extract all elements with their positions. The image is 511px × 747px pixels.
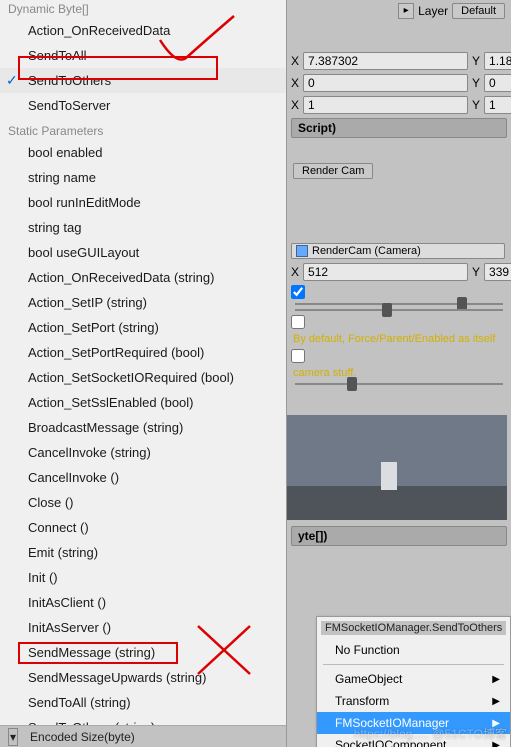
x-label: X: [291, 265, 299, 279]
warning-text: camera stuff.: [287, 365, 511, 381]
list-item-selected[interactable]: ✓ SendToOthers: [0, 68, 286, 93]
submenu-title: FMSocketIOManager.SendToOthers: [321, 621, 506, 635]
list-item[interactable]: Action_OnReceivedData: [0, 18, 286, 43]
x-label: X: [291, 98, 299, 112]
list-item[interactable]: BroadcastMessage (string): [0, 415, 286, 440]
checkbox[interactable]: [291, 285, 305, 299]
camera-object-field[interactable]: RenderCam (Camera): [291, 243, 505, 259]
static-header: Static Parameters: [0, 122, 286, 140]
list-item[interactable]: bool runInEditMode: [0, 190, 286, 215]
list-item[interactable]: SendToAll (string): [0, 690, 286, 715]
list-item[interactable]: Action_SetPort (string): [0, 315, 286, 340]
list-item[interactable]: Connect (): [0, 515, 286, 540]
list-item[interactable]: Action_SetPortRequired (bool): [0, 340, 286, 365]
list-item[interactable]: Emit (string): [0, 540, 286, 565]
annotation-x-icon: [194, 622, 254, 678]
chevron-right-icon: ▶: [492, 674, 500, 685]
list-item[interactable]: Init (): [0, 565, 286, 590]
layer-arrow-icon[interactable]: ▸: [398, 3, 414, 19]
list-item[interactable]: string tag: [0, 215, 286, 240]
pos-y-field[interactable]: [484, 52, 511, 70]
object-name: RenderCam (Camera): [312, 245, 421, 257]
x-label: X: [291, 76, 299, 90]
rot-y-field[interactable]: [484, 74, 511, 92]
cube: [381, 462, 397, 490]
watermark: https://blog..... @51CTO博客: [354, 725, 507, 742]
expand-icon[interactable]: ▾: [8, 728, 18, 746]
ground: [287, 486, 507, 520]
res-x-field[interactable]: [303, 263, 468, 281]
byte-header[interactable]: yte[]): [291, 526, 507, 546]
check-icon: ✓: [6, 71, 18, 90]
list-item[interactable]: CancelInvoke (): [0, 465, 286, 490]
checkbox[interactable]: [291, 315, 305, 329]
rot-x-field[interactable]: [303, 74, 468, 92]
script-header[interactable]: Script): [291, 118, 507, 138]
camera-preview: [287, 415, 507, 520]
scale-y-field[interactable]: [484, 96, 511, 114]
list-item[interactable]: bool useGUILayout: [0, 240, 286, 265]
list-item[interactable]: CancelInvoke (string): [0, 440, 286, 465]
list-item[interactable]: Action_SetSocketIORequired (bool): [0, 365, 286, 390]
list-item[interactable]: InitAsClient (): [0, 590, 286, 615]
list-item[interactable]: SendToServer: [0, 93, 286, 118]
list-item[interactable]: bool enabled: [0, 140, 286, 165]
list-item[interactable]: Action_OnReceivedData (string): [0, 265, 286, 290]
res-y-field[interactable]: [484, 263, 511, 281]
list-item[interactable]: SendToOthers (string): [0, 715, 286, 725]
list-item[interactable]: Action_SetSslEnabled (bool): [0, 390, 286, 415]
annotation-check-icon: [148, 10, 238, 70]
submenu-item[interactable]: No Function: [317, 639, 510, 661]
encoded-label: Encoded Size(byte): [30, 730, 135, 744]
layer-label: Layer: [418, 4, 448, 18]
function-list: Action_OnReceivedData SendToAll ✓ SendTo…: [0, 18, 286, 725]
render-cam-button[interactable]: Render Cam: [293, 163, 373, 179]
list-item[interactable]: Action_SetIP (string): [0, 290, 286, 315]
checkbox[interactable]: [291, 349, 305, 363]
scale-x-field[interactable]: [303, 96, 468, 114]
bottom-bar: ▾ Encoded Size(byte): [0, 725, 286, 747]
list-item[interactable]: SendToAll: [0, 43, 286, 68]
y-label: Y: [472, 265, 480, 279]
y-label: Y: [472, 98, 480, 112]
item-label: SendToOthers: [28, 73, 111, 88]
dynamic-header: Dynamic Byte[]: [0, 0, 286, 18]
x-label: X: [291, 54, 299, 68]
pos-x-field[interactable]: [303, 52, 468, 70]
submenu-item[interactable]: Transform▶: [317, 690, 510, 712]
list-item[interactable]: Close (): [0, 490, 286, 515]
chevron-right-icon: ▶: [492, 696, 500, 707]
warning-text: By default, Force/Parent/Enabled as itse…: [287, 331, 511, 347]
y-label: Y: [472, 54, 480, 68]
separator: [323, 664, 504, 665]
y-label: Y: [472, 76, 480, 90]
layer-dropdown[interactable]: Default: [452, 3, 505, 19]
list-item[interactable]: string name: [0, 165, 286, 190]
inspector-panel: ▸ Layer Default X Y X Y X Y Script) Rend…: [287, 0, 511, 747]
submenu-item[interactable]: GameObject▶: [317, 668, 510, 690]
camera-icon: [296, 245, 308, 257]
